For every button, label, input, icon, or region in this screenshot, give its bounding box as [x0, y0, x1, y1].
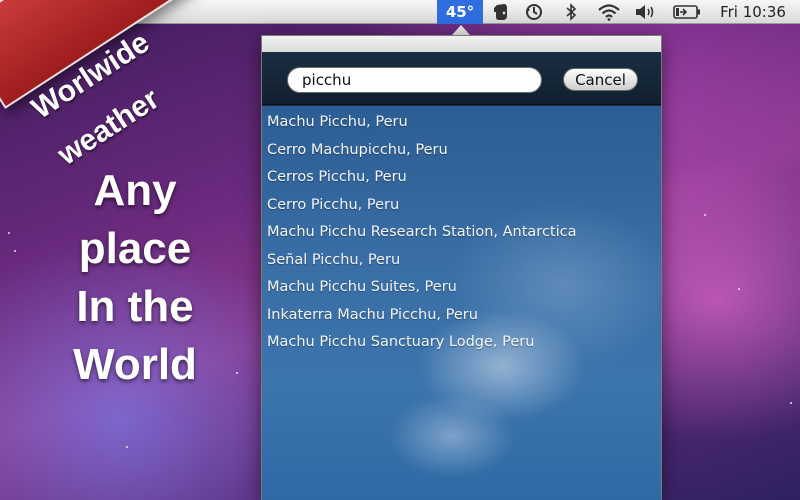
results-list: Machu Picchu, Peru Cerro Machupicchu, Pe…: [262, 106, 661, 357]
headline-line: place: [78, 224, 192, 273]
result-item[interactable]: Cerro Picchu, Peru: [262, 192, 661, 220]
headline-line: Any: [93, 166, 177, 215]
weather-popup: Cancel Machu Picchu, Peru Cerro Machupic…: [261, 35, 662, 500]
star: [8, 232, 10, 234]
result-item[interactable]: Señal Picchu, Peru: [262, 247, 661, 275]
menu-clock[interactable]: Fri 10:36: [712, 0, 794, 24]
bluetooth-icon[interactable]: [560, 0, 582, 24]
evernote-icon[interactable]: [490, 0, 512, 24]
search-results: Machu Picchu, Peru Cerro Machupicchu, Pe…: [262, 106, 661, 500]
promo-headline: Any place In the World: [40, 162, 230, 394]
star: [14, 250, 16, 252]
result-item[interactable]: Machu Picchu, Peru: [262, 109, 661, 137]
battery-icon[interactable]: [670, 0, 704, 24]
star: [738, 288, 740, 290]
result-item[interactable]: Cerros Picchu, Peru: [262, 164, 661, 192]
wifi-icon[interactable]: [594, 0, 624, 24]
result-item[interactable]: Cerro Machupicchu, Peru: [262, 137, 661, 165]
cancel-button[interactable]: Cancel: [563, 68, 638, 91]
result-item[interactable]: Machu Picchu Suites, Peru: [262, 274, 661, 302]
headline-line: World: [73, 340, 197, 389]
result-item[interactable]: Machu Picchu Sanctuary Lodge, Peru: [262, 329, 661, 357]
temperature-label: 45°: [445, 3, 475, 21]
result-item[interactable]: Inkaterra Machu Picchu, Peru: [262, 302, 661, 330]
headline-line: In the: [76, 282, 194, 331]
popup-arrow: [452, 25, 470, 35]
star: [704, 214, 706, 216]
search-input[interactable]: [287, 67, 542, 93]
volume-icon[interactable]: [632, 0, 660, 24]
star: [236, 372, 238, 374]
time-machine-icon[interactable]: [522, 0, 546, 24]
search-toolbar: Cancel: [262, 52, 661, 105]
star: [126, 446, 128, 448]
popup-titlebar: [262, 36, 661, 52]
star: [790, 402, 792, 404]
temperature-menu-item[interactable]: 45°: [437, 0, 483, 24]
result-item[interactable]: Machu Picchu Research Station, Antarctic…: [262, 219, 661, 247]
